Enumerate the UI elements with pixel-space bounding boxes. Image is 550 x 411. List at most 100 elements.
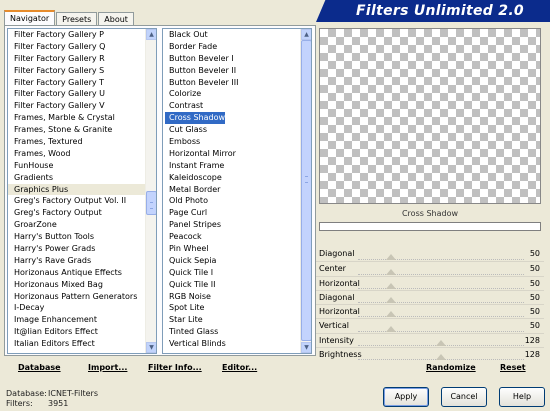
category-list[interactable]: Filter Factory Gallery P Filter Factory G… [7,28,157,354]
filter-item[interactable]: Star Lite [163,314,300,326]
slider-row: Center 50 [316,261,544,275]
category-item[interactable]: It@lian Editors Effect [8,326,145,338]
import-button[interactable]: Import... [88,363,127,372]
slider-handle-icon[interactable] [386,282,397,289]
category-item[interactable]: Filter Factory Gallery Q [8,41,145,53]
filter-item[interactable]: Button Beveler I [163,53,300,65]
filter-item[interactable]: Cut Glass [163,124,300,136]
filter-item[interactable]: Black Out [163,29,300,41]
slider-track[interactable] [358,282,524,289]
slider-track[interactable] [358,325,524,332]
category-item[interactable]: Frames, Textured [8,136,145,148]
filter-item[interactable]: Panel Stripes [163,219,300,231]
slider-track[interactable] [358,340,524,347]
filter-info-button[interactable]: Filter Info... [148,363,202,372]
filter-item[interactable]: Instant Frame [163,160,300,172]
tab-presets[interactable]: Presets [56,12,98,26]
cancel-button[interactable]: Cancel [441,387,487,407]
category-item[interactable]: Harry's Power Grads [8,243,145,255]
category-item[interactable]: Frames, Stone & Granite [8,124,145,136]
slider-handle-icon[interactable] [386,297,397,304]
filter-item[interactable]: Border Fade [163,41,300,53]
category-item[interactable]: Horizonaus Mixed Bag [8,279,145,291]
slider-track[interactable] [358,268,524,275]
filter-item[interactable]: Vertical Blinds [163,338,300,350]
category-item[interactable]: Greg's Factory Output Vol. II [8,195,145,207]
scroll-up-icon[interactable]: ▲ [146,29,156,40]
slider-row: Vertical 50 [316,318,544,332]
slider-track[interactable] [358,254,524,261]
category-item[interactable]: Filter Factory Gallery R [8,53,145,65]
filter-item[interactable]: Peacock [163,231,300,243]
filter-item[interactable]: Button Beveler III [163,77,300,89]
category-item[interactable]: Filter Factory Gallery S [8,65,145,77]
filter-item[interactable]: Page Curl [163,207,300,219]
category-item[interactable]: Image Enhancement [8,314,145,326]
database-label: Database: [6,389,47,398]
slider-value: 128 [524,350,540,360]
progress-bar [319,222,541,231]
filter-item[interactable]: Cross Shadow [165,112,225,125]
filter-item[interactable]: Colorize [163,88,300,100]
category-item[interactable]: Horizonaus Pattern Generators [8,291,145,303]
slider-label: Horizontal [319,278,360,288]
filter-item[interactable]: Quick Tile II [163,279,300,291]
filter-item[interactable]: Quick Tile I [163,267,300,279]
slider-handle-icon[interactable] [436,340,446,347]
filter-list[interactable]: Black Out Border Fade Button Beveler I Butt… [162,28,312,354]
category-item[interactable]: Harry's Rave Grads [8,255,145,267]
filter-item[interactable]: Old Photo [163,195,300,207]
filter-item[interactable]: Kaleidoscope [163,172,300,184]
filters-info: Filters: 3951 [6,399,68,408]
filter-item[interactable]: Horizontal Mirror [163,148,300,160]
filter-item[interactable]: Quick Sepia [163,255,300,267]
randomize-button[interactable]: Randomize [426,363,476,372]
scroll-down-icon[interactable]: ▼ [146,342,156,353]
slider-handle-icon[interactable] [386,325,397,332]
category-item[interactable]: Gradients [8,172,145,184]
slider-handle-icon[interactable] [386,311,397,318]
help-button[interactable]: Help [499,387,545,407]
filter-item[interactable]: Metal Border [163,184,300,196]
filter-item[interactable]: RGB Noise [163,291,300,303]
editor-button[interactable]: Editor... [222,363,257,372]
category-item[interactable]: Filter Factory Gallery V [8,100,145,112]
filter-item[interactable]: Emboss [163,136,300,148]
category-item[interactable]: FunHouse [8,160,145,172]
slider-track[interactable] [358,297,524,304]
slider-track[interactable] [358,311,524,318]
filter-item[interactable]: Spot Lite [163,302,300,314]
tab-navigator[interactable]: Navigator [4,10,56,26]
category-item[interactable]: Graphics Plus [8,183,145,196]
category-item[interactable]: Filter Factory Gallery U [8,88,145,100]
filter-item[interactable]: Contrast [163,100,300,112]
apply-button[interactable]: Apply [383,387,429,407]
database-button[interactable]: Database [18,363,61,372]
filter-item[interactable]: Button Beveler II [163,65,300,77]
category-item[interactable]: Filter Factory Gallery P [8,29,145,41]
category-item[interactable]: Frames, Wood [8,148,145,160]
category-item[interactable]: I-Decay [8,302,145,314]
scroll-down-icon[interactable]: ▼ [301,342,311,353]
filter-item[interactable]: Tinted Glass [163,326,300,338]
scroll-up-icon[interactable]: ▲ [301,29,311,40]
slider-handle-icon[interactable] [386,254,397,261]
filter-item[interactable]: Pin Wheel [163,243,300,255]
category-item[interactable]: Italian Editors Effect [8,338,145,350]
category-item[interactable]: Horizonaus Antique Effects [8,267,145,279]
slider-row: Intensity 128 [316,332,544,347]
tab-about[interactable]: About [98,12,134,26]
category-item[interactable]: GroarZone [8,219,145,231]
filter-scroll-thumb[interactable] [301,40,311,341]
slider-handle-icon[interactable] [386,268,397,275]
category-item[interactable]: Frames, Marble & Crystal [8,112,145,124]
category-scrollbar[interactable]: ▲ ▼ [145,29,156,353]
category-item[interactable]: Greg's Factory Output [8,207,145,219]
category-item[interactable]: Harry's Button Tools [8,231,145,243]
slider-handle-icon[interactable] [436,354,446,361]
reset-button[interactable]: Reset [500,363,526,372]
category-item[interactable]: Filter Factory Gallery T [8,77,145,89]
category-scroll-thumb[interactable] [146,191,156,215]
filter-scrollbar[interactable]: ▲ ▼ [300,29,311,353]
slider-track[interactable] [358,354,524,361]
